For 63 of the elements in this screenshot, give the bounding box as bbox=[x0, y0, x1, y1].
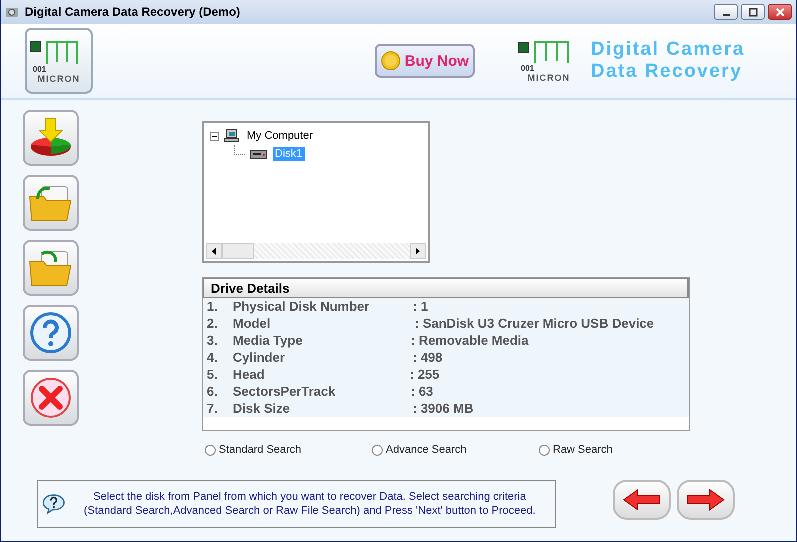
detail-value: : 1 bbox=[413, 299, 428, 314]
maximize-button[interactable] bbox=[741, 4, 765, 20]
logo-digits: 001 bbox=[33, 66, 46, 74]
exit-button[interactable] bbox=[23, 370, 79, 426]
open-button[interactable] bbox=[23, 175, 79, 231]
computer-icon bbox=[224, 129, 240, 143]
drive-details-header: Drive Details bbox=[203, 278, 689, 298]
detail-value: : Removable Media bbox=[411, 333, 529, 348]
row-number: 1. bbox=[207, 299, 219, 314]
product-title: Data Recovery bbox=[591, 61, 744, 83]
row-number: 7. bbox=[207, 401, 219, 416]
close-icon bbox=[30, 377, 72, 419]
detail-label: Model bbox=[233, 316, 272, 331]
logo-digits: 001 bbox=[521, 65, 534, 73]
logo-name: MICRON bbox=[38, 74, 80, 84]
row-number: 3. bbox=[207, 333, 219, 348]
search-option-radio[interactable]: Standard Search bbox=[205, 444, 372, 456]
collapse-icon[interactable] bbox=[210, 132, 219, 140]
next-button[interactable] bbox=[677, 480, 735, 520]
instructions-text: Select the disk from Panel from which you want to recover Data. Select searching criteria (Standard Search,Advanced Search or Raw File Search) and Press 'Next' button to Proceed. bbox=[83, 490, 537, 518]
pie-download-icon bbox=[29, 117, 73, 159]
back-button[interactable] bbox=[613, 480, 671, 520]
camera-icon bbox=[5, 5, 19, 19]
help-icon bbox=[30, 312, 72, 354]
recover-button[interactable] bbox=[23, 110, 79, 166]
detail-value: : SanDisk U3 Cruzer Micro USB Device bbox=[415, 316, 654, 331]
scroll-right-icon[interactable] bbox=[416, 248, 420, 254]
detail-label: Physical Disk Number bbox=[233, 299, 371, 314]
product-title: Digital Camera bbox=[591, 39, 746, 61]
horizontal-scrollbar[interactable] bbox=[206, 243, 426, 259]
row-number: 4. bbox=[207, 350, 219, 365]
drive-icon bbox=[250, 148, 268, 160]
close-button[interactable] bbox=[768, 4, 792, 20]
detail-value: : 255 bbox=[410, 367, 440, 382]
scroll-left-icon[interactable] bbox=[212, 248, 216, 254]
left-arrow-icon bbox=[622, 489, 662, 511]
minimize-icon bbox=[722, 14, 730, 16]
detail-value: : 498 bbox=[413, 350, 443, 365]
folder-icon bbox=[28, 248, 74, 288]
detail-value: : 3906 MB bbox=[413, 401, 474, 416]
detail-label: Media Type bbox=[233, 333, 304, 348]
help-button[interactable] bbox=[23, 305, 79, 361]
detail-label: Cylinder bbox=[233, 350, 286, 365]
close-icon bbox=[776, 8, 784, 16]
row-number: 5. bbox=[207, 367, 219, 382]
save-button[interactable] bbox=[23, 240, 79, 296]
detail-label: Disk Size bbox=[233, 401, 292, 416]
detail-label: SectorsPerTrack bbox=[233, 384, 337, 399]
row-number: 2. bbox=[207, 316, 219, 331]
search-option-radio[interactable]: Advance Search bbox=[372, 444, 539, 456]
tree-item[interactable]: My Computer bbox=[245, 129, 316, 143]
buy-now-button[interactable]: Buy Now bbox=[375, 44, 475, 78]
detail-label: Head bbox=[233, 367, 266, 382]
detail-value: : 63 bbox=[411, 384, 434, 399]
logo-name: MICRON bbox=[528, 73, 570, 83]
right-arrow-icon bbox=[686, 489, 726, 511]
window-title: Digital Camera Data Recovery (Demo) bbox=[25, 5, 242, 19]
row-number: 6. bbox=[207, 384, 219, 399]
minimize-button[interactable] bbox=[714, 4, 738, 20]
scroll-thumb[interactable] bbox=[222, 243, 254, 259]
search-option-radio[interactable]: Raw Search bbox=[539, 444, 706, 456]
maximize-icon bbox=[748, 8, 758, 16]
coin-icon bbox=[380, 51, 401, 71]
